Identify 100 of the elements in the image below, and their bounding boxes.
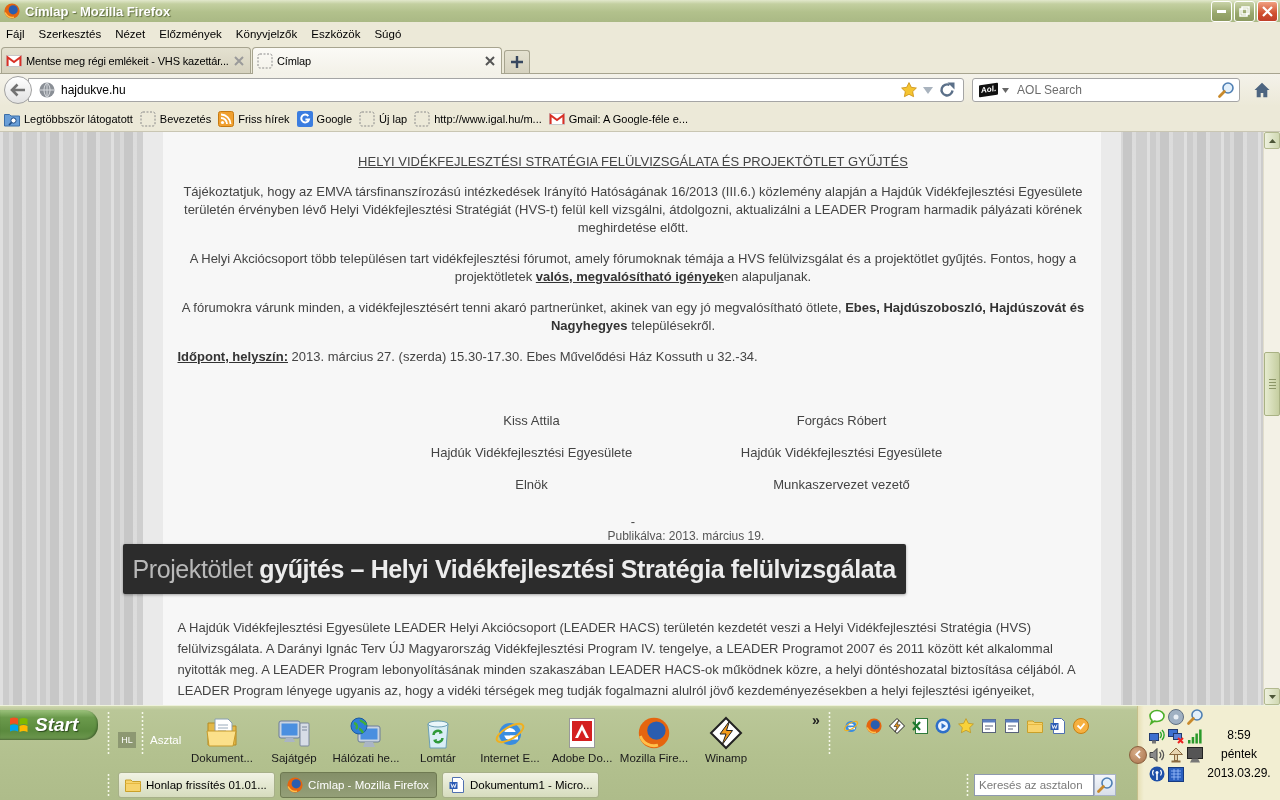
back-arrow-icon [10,82,26,98]
chevron-left-icon [1135,750,1141,759]
signatory-role: Munkaszervezet vezető [772,476,911,494]
blank-page-icon [359,110,376,127]
plus-icon [510,55,524,69]
show-hidden-icons-button[interactable] [1129,745,1147,764]
speaker-icon[interactable] [1148,746,1165,763]
window-title: Címlap - Mozilla Firefox [25,3,172,19]
arrow-up-icon [1268,138,1276,143]
home-icon[interactable] [1254,82,1270,98]
play-icon[interactable] [934,718,951,734]
star-icon[interactable] [901,82,917,98]
check-circle-icon[interactable] [1072,718,1089,734]
folder-icon [125,777,141,793]
clock-date: 2013.03.29. [1207,766,1271,780]
menu-item[interactable]: Könyvjelzők [230,26,303,42]
menu-item[interactable]: Súgó [369,26,407,42]
network-icon[interactable] [1148,727,1165,744]
browser-tab[interactable]: Címlap [252,47,502,74]
fox-globe-icon[interactable] [865,718,882,734]
back-button[interactable] [4,76,32,104]
minimize-icon [1217,9,1226,13]
bookmark-item[interactable]: Legtöbbször látogatott [2,108,135,129]
pdf-document-icon [566,717,598,749]
scroll-down-button[interactable] [1264,688,1280,705]
antenna-icon[interactable] [1148,765,1165,782]
desktop-shortcut[interactable]: Internet E... [474,706,546,764]
window-icon[interactable] [1003,718,1020,734]
network-error-icon[interactable] [1167,727,1184,744]
menu-item[interactable]: Előzmények [154,26,227,42]
desktop-shortcut[interactable]: Mozilla Fire... [618,706,690,764]
search-icon[interactable] [1186,708,1203,725]
bookmark-item[interactable]: Friss hírek [216,108,292,129]
menu-item[interactable]: Eszközök [306,26,366,42]
bookmark-item[interactable]: Bevezetés [137,108,214,129]
desktop-shortcut[interactable]: Winamp [690,706,762,764]
bookmark-item[interactable]: Gmail: A Google-féle e... [546,108,691,129]
desktop-shortcut[interactable]: Sajátgép [258,706,330,764]
search-bar[interactable]: Aol. AOL Search [972,78,1240,102]
new-tab-button[interactable] [504,50,530,73]
spreadsheet-icon[interactable] [911,718,928,734]
menu-item[interactable]: Nézet [110,26,151,42]
star-icon[interactable] [957,718,974,734]
blank-page-icon [257,53,273,69]
paragraph: A Helyi Akciócsoport több településen tart vidékfejlesztési fórumot, amely fórumoknak témája a HVS felülvizsgálat és a projektötlet gyűjtés. Fontos, hogy a projektötletek valós, megvalósítható igényeken alapuljanak. [188,250,1078,286]
desktop-search-field[interactable]: Keresés az asztalon [974,774,1094,796]
taskbar-window-button[interactable]: Honlap frissítés 01.01... [118,772,275,798]
close-icon[interactable] [485,56,495,66]
menu-item[interactable]: Fájl [1,26,30,42]
lightning-icon[interactable] [888,718,905,734]
toolbar-title: Asztal [150,734,183,746]
post-title[interactable]: Projektötlet gyűjtés – Helyi Vidékfejlesztési Stratégia felülvizsgálata [122,544,906,594]
paragraph: Tájékoztatjuk, hogy az EMVA társfinanszírozású intézkedések Irányító Hatóságának 16/2013 (III.6.) közlemény alapján a Hajdúk Vidékfejlesztési Egyesülete területén érvényben lévő Helyi Vidékfejlesztési Stratégiát (HVS-t) felül kell vizsgálni, átdolgozni, aktualizálni a LEADER Program harmadik pályázati körének meghirdetése előtt. [182,183,1084,237]
taskbar-window-button[interactable]: Dokumentum1 - Micro... [442,772,599,798]
minimize-button[interactable] [1211,0,1232,22]
article-heading: HELYI VIDÉKFEJLESZTÉSI STRATÉGIA FELÜLVIZSGÁLATA ÉS PROJEKTÖTLET GYŰJTÉS [357,154,909,170]
desktop-shortcut[interactable]: Hálózati he... [330,706,402,764]
address-field[interactable]: hajdukve.hu [61,83,895,97]
network-computer-icon [350,717,382,749]
scroll-up-button[interactable] [1264,132,1280,149]
blank-page-icon [139,110,156,127]
bookmark-item[interactable]: Google [294,108,355,129]
blank-page-icon [414,110,431,127]
mail-icon [6,52,22,69]
document-icon [449,777,465,793]
menu-item[interactable]: Szerkesztés [33,26,107,42]
search-field[interactable]: AOL Search [1017,83,1214,97]
feed-icon [218,110,235,127]
close-button[interactable] [1257,0,1278,22]
signatory-role: Elnök [514,476,549,494]
fox-globe-icon [638,717,670,749]
browser-e-icon[interactable] [842,718,859,734]
organization-name: Hajdúk Vidékfejlesztési Egyesülete [739,444,944,462]
document-icon[interactable] [1049,718,1066,734]
desktop-shortcut[interactable]: Adobe Do... [546,706,618,764]
desktop-shortcut[interactable]: Dokument... [186,706,258,764]
restore-icon [1239,5,1250,17]
bookmark-item[interactable]: Új lap [357,108,410,129]
disc-icon[interactable] [1167,708,1184,725]
lightning-icon [710,717,742,749]
restore-button[interactable] [1234,0,1255,22]
search-engine-logo[interactable]: Aol. [979,82,999,98]
monitor-icon[interactable] [1186,746,1203,763]
browser-tab[interactable]: Mentse meg régi emlékeit - VHS kazettár... [1,47,251,73]
caret-down-icon[interactable] [1002,87,1010,93]
reload-icon[interactable] [939,82,955,98]
search-icon[interactable] [1218,82,1234,98]
window-icon[interactable] [980,718,997,734]
start-button[interactable]: Start [0,710,98,740]
scroll-thumb[interactable] [1264,352,1280,416]
folder-icon [206,717,238,749]
desktop-search-button[interactable] [1094,774,1116,796]
calendar-icon[interactable] [1167,765,1184,782]
computer-icon [278,717,310,749]
address-bar[interactable]: hajdukve.hu [28,78,964,102]
overflow-button[interactable]: » [812,712,820,728]
lamp-icon[interactable] [1167,746,1184,763]
bookmark-item[interactable]: http://www.igal.hu/m... [412,108,544,129]
clock-time: 8:59 [1227,728,1251,742]
desktop-shortcut[interactable]: Lomtár [402,706,474,764]
